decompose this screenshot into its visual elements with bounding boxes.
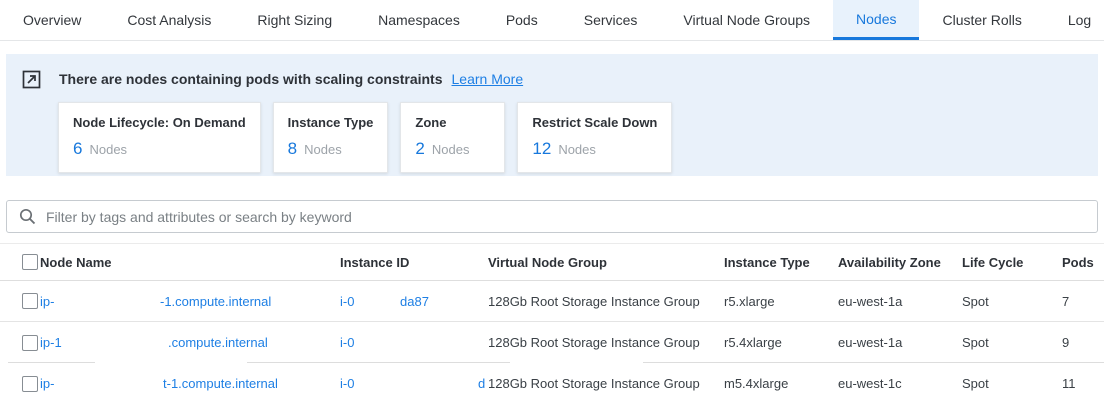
pods-count: 9 — [1062, 335, 1104, 350]
row-checkbox[interactable] — [22, 376, 38, 392]
nodes-table: Node Name Instance ID Virtual Node Group… — [0, 243, 1104, 404]
card-node-lifecycle[interactable]: Node Lifecycle: On Demand 6 Nodes — [58, 102, 261, 173]
tab-services[interactable]: Services — [561, 0, 661, 40]
banner-message: There are nodes containing pods with sca… — [59, 71, 443, 87]
col-life-cycle: Life Cycle — [962, 255, 1062, 270]
filter-search-bar[interactable] — [6, 200, 1098, 233]
card-title: Zone — [415, 115, 490, 130]
pods-count: 7 — [1062, 294, 1104, 309]
instance-id-link[interactable]: da87 — [400, 294, 429, 309]
learn-more-link[interactable]: Learn More — [452, 71, 524, 87]
table-row: ip-t-1.compute.internal i-0d 128Gb Root … — [0, 363, 1104, 404]
col-virtual-node-group: Virtual Node Group — [488, 255, 724, 270]
table-header-row: Node Name Instance ID Virtual Node Group… — [0, 244, 1104, 281]
instance-id-link[interactable]: d — [478, 376, 485, 391]
availability-zone-value: eu-west-1c — [838, 376, 962, 391]
card-title: Instance Type — [288, 115, 374, 130]
tab-cost-analysis[interactable]: Cost Analysis — [104, 0, 234, 40]
scaling-constraints-banner: There are nodes containing pods with sca… — [6, 54, 1098, 176]
col-instance-id: Instance ID — [340, 255, 488, 270]
table-row: ip-1.compute.internal i-0 128Gb Root Sto… — [0, 322, 1104, 363]
life-cycle-value: Spot — [962, 335, 1062, 350]
constraint-cards: Node Lifecycle: On Demand 6 Nodes Instan… — [58, 102, 1082, 173]
col-instance-type: Instance Type — [724, 255, 838, 270]
scale-up-icon — [22, 70, 41, 89]
tab-virtual-node-groups[interactable]: Virtual Node Groups — [660, 0, 833, 40]
virtual-node-group-value: 128Gb Root Storage Instance Group — [488, 294, 724, 309]
tab-bar: Overview Cost Analysis Right Sizing Name… — [0, 0, 1104, 41]
node-name-link[interactable]: ip- — [40, 376, 163, 391]
col-pods: Pods — [1062, 255, 1104, 270]
card-count-number: 6 — [73, 139, 82, 159]
banner-header: There are nodes containing pods with sca… — [22, 68, 1082, 90]
life-cycle-value: Spot — [962, 376, 1062, 391]
row-checkbox[interactable] — [22, 335, 38, 351]
instance-id-link[interactable]: i-0 — [340, 376, 478, 391]
tab-overview[interactable]: Overview — [0, 0, 104, 40]
card-count-unit: Nodes — [432, 142, 470, 157]
card-restrict-scale-down[interactable]: Restrict Scale Down 12 Nodes — [517, 102, 672, 173]
search-icon — [19, 208, 36, 225]
nodes-page: Overview Cost Analysis Right Sizing Name… — [0, 0, 1104, 404]
tab-right-sizing[interactable]: Right Sizing — [234, 0, 355, 40]
col-availability-zone: Availability Zone — [838, 255, 962, 270]
table-row: ip--1.compute.internal i-0da87 128Gb Roo… — [0, 281, 1104, 322]
card-count: 2 Nodes — [415, 139, 490, 159]
node-name-link[interactable]: ip-1 — [40, 335, 168, 350]
card-count-unit: Nodes — [89, 142, 127, 157]
card-instance-type[interactable]: Instance Type 8 Nodes — [273, 102, 389, 173]
availability-zone-value: eu-west-1a — [838, 335, 962, 350]
tab-cluster-rolls[interactable]: Cluster Rolls — [919, 0, 1044, 40]
search-input[interactable] — [46, 209, 1085, 225]
row-checkbox[interactable] — [22, 293, 38, 309]
availability-zone-value: eu-west-1a — [838, 294, 962, 309]
tab-namespaces[interactable]: Namespaces — [355, 0, 483, 40]
select-all-checkbox[interactable] — [22, 254, 38, 270]
virtual-node-group-value: 128Gb Root Storage Instance Group — [488, 335, 724, 350]
instance-type-value: r5.xlarge — [724, 294, 838, 309]
col-node-name: Node Name — [40, 255, 340, 270]
tab-nodes[interactable]: Nodes — [833, 0, 919, 40]
node-name-link[interactable]: -1.compute.internal — [160, 294, 271, 309]
card-count-number: 2 — [415, 139, 424, 159]
pods-count: 11 — [1062, 376, 1104, 391]
card-title: Node Lifecycle: On Demand — [73, 115, 246, 130]
card-count-unit: Nodes — [304, 142, 342, 157]
node-name-link[interactable]: ip- — [40, 294, 160, 309]
instance-type-value: m5.4xlarge — [724, 376, 838, 391]
node-name-link[interactable]: .compute.internal — [168, 335, 268, 350]
life-cycle-value: Spot — [962, 294, 1062, 309]
tab-log[interactable]: Log — [1045, 0, 1104, 40]
card-count: 6 Nodes — [73, 139, 246, 159]
instance-type-value: r5.4xlarge — [724, 335, 838, 350]
card-count-number: 8 — [288, 139, 297, 159]
card-count: 8 Nodes — [288, 139, 374, 159]
node-name-link[interactable]: t-1.compute.internal — [163, 376, 278, 391]
instance-id-link[interactable]: i-0 — [340, 335, 354, 350]
card-title: Restrict Scale Down — [532, 115, 657, 130]
virtual-node-group-value: 128Gb Root Storage Instance Group — [488, 376, 724, 391]
instance-id-link[interactable]: i-0 — [340, 294, 400, 309]
card-count: 12 Nodes — [532, 139, 657, 159]
card-count-number: 12 — [532, 139, 551, 159]
tab-pods[interactable]: Pods — [483, 0, 561, 40]
card-zone[interactable]: Zone 2 Nodes — [400, 102, 505, 173]
card-count-unit: Nodes — [558, 142, 596, 157]
